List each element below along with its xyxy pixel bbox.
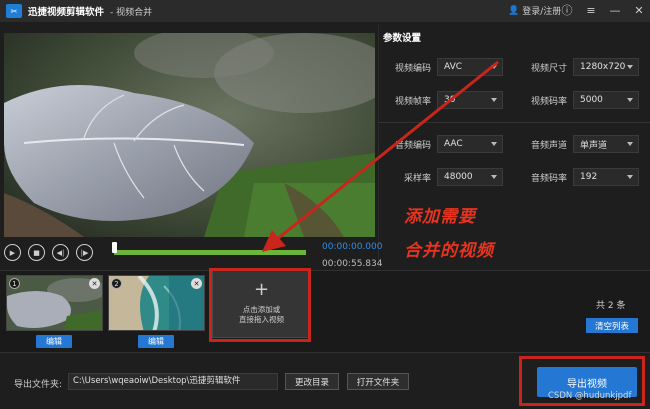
help-icon[interactable]: ⓘ [560, 3, 574, 19]
sample-rate-value: 48000 [444, 172, 473, 182]
clip-number: 1 [9, 278, 20, 289]
params-panel: 参数设置 视频编码 AVC 视频尺寸 1280x720 视频帧率 30 视频码率… [378, 24, 650, 268]
login-label: 登录/注册 [522, 7, 562, 17]
preview-frame [4, 33, 375, 237]
frame-rate-value: 30 [444, 95, 456, 105]
total-time: 00:00:55.834 [322, 259, 383, 269]
output-path-field[interactable]: C:\Users\wqeaoiw\Desktop\迅捷剪辑软件 [68, 373, 278, 390]
video-bitrate-label: 视频码率 [530, 96, 567, 107]
chevron-down-icon [627, 98, 633, 102]
remove-clip-icon[interactable]: ✕ [89, 278, 100, 289]
app-logo-icon: ✂ [6, 4, 22, 18]
chevron-down-icon [627, 142, 633, 146]
audio-bitrate-label: 音频码率 [530, 173, 567, 184]
minimize-icon[interactable]: — [608, 3, 622, 19]
open-folder-button[interactable]: 打开文件夹 [347, 373, 409, 390]
frame-rate-select[interactable]: 30 [437, 91, 503, 109]
prev-frame-icon[interactable]: ◀| [52, 244, 69, 261]
audio-codec-value: AAC [444, 139, 463, 149]
edit-clip-1-button[interactable]: 编辑 [36, 335, 72, 348]
audio-codec-select[interactable]: AAC [437, 135, 503, 153]
clip-count: 共 2 条 [596, 301, 626, 311]
video-preview[interactable] [4, 33, 375, 237]
annotation-box-add [209, 268, 311, 342]
chevron-down-icon [491, 175, 497, 179]
sample-rate-label: 采样率 [403, 173, 431, 184]
params-title: 参数设置 [383, 33, 422, 44]
video-codec-label: 视频编码 [394, 63, 431, 74]
stop-icon[interactable]: ■ [28, 244, 45, 261]
annotation-text-line1: 添加需要 [404, 207, 476, 227]
audio-channel-select[interactable]: 单声道 [573, 135, 639, 153]
login-link[interactable]: 👤 登录/注册 [508, 4, 562, 18]
audio-channel-label: 音频声道 [530, 140, 567, 151]
clip-thumbnail-1[interactable]: 1 ✕ [6, 275, 103, 331]
app-title: 迅捷视频剪辑软件 [28, 7, 105, 18]
audio-bitrate-select[interactable]: 192 [573, 168, 639, 186]
user-icon: 👤 [508, 5, 520, 16]
next-frame-icon[interactable]: |▶ [76, 244, 93, 261]
annotation-box-export [519, 356, 645, 406]
title-bar: ✂ 迅捷视频剪辑软件 - 视频合并 👤 登录/注册 ⓘ ≡ — ✕ [0, 0, 650, 22]
video-codec-value: AVC [444, 62, 463, 72]
timeline-handle[interactable] [112, 242, 117, 253]
video-size-value: 1280x720 [580, 62, 626, 72]
clear-list-button[interactable]: 清空列表 [586, 318, 638, 333]
timeline-track[interactable] [114, 250, 306, 255]
video-codec-select[interactable]: AVC [437, 58, 503, 76]
clip-thumbnail-2[interactable]: 2 ✕ [108, 275, 205, 331]
annotation-text-line2: 合并的视频 [404, 241, 494, 261]
sample-rate-select[interactable]: 48000 [437, 168, 503, 186]
remove-clip-icon[interactable]: ✕ [191, 278, 202, 289]
clip-list: 1 ✕ 编辑 2 ✕ 编辑 [0, 270, 650, 352]
audio-channel-value: 单声道 [580, 140, 608, 151]
audio-codec-label: 音频编码 [394, 140, 431, 151]
chevron-down-icon [627, 65, 633, 69]
change-directory-button[interactable]: 更改目录 [285, 373, 339, 390]
video-bitrate-value: 5000 [580, 95, 603, 105]
close-icon[interactable]: ✕ [632, 3, 646, 19]
menu-icon[interactable]: ≡ [584, 3, 598, 19]
video-size-label: 视频尺寸 [530, 63, 567, 74]
window-subtitle: - 视频合并 [110, 7, 153, 18]
output-folder-label: 导出文件夹: [14, 380, 63, 390]
video-bitrate-select[interactable]: 5000 [573, 91, 639, 109]
chevron-down-icon [491, 65, 497, 69]
playback-controls: ▶ ■ ◀| |▶ [4, 244, 93, 261]
clip-number: 2 [111, 278, 122, 289]
params-divider [379, 122, 650, 123]
chevron-down-icon [627, 175, 633, 179]
play-icon[interactable]: ▶ [4, 244, 21, 261]
audio-bitrate-value: 192 [580, 172, 598, 182]
video-size-select[interactable]: 1280x720 [573, 58, 639, 76]
edit-clip-2-button[interactable]: 编辑 [138, 335, 174, 348]
current-time: 00:00:00.000 [322, 242, 383, 252]
frame-rate-label: 视频帧率 [394, 96, 431, 107]
chevron-down-icon [491, 98, 497, 102]
chevron-down-icon [491, 142, 497, 146]
